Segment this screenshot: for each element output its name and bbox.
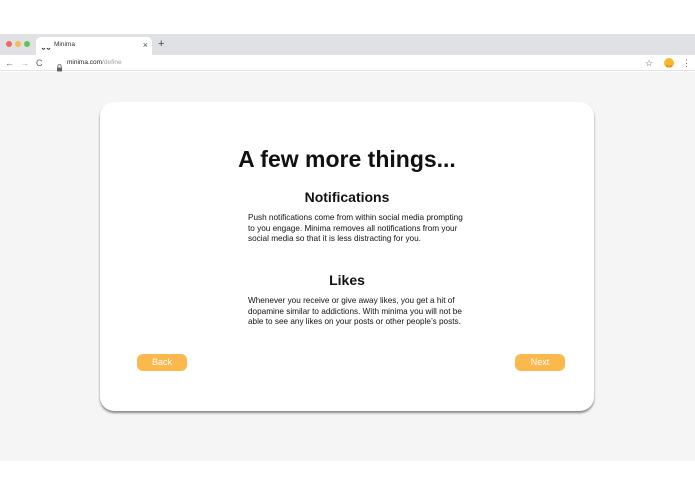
extension-avatar-icon[interactable] — [664, 58, 674, 68]
window-minimize-icon[interactable] — [15, 41, 21, 47]
tab-close-icon[interactable]: × — [143, 39, 148, 51]
back-button[interactable]: Back — [137, 354, 187, 371]
lock-icon — [56, 59, 63, 72]
window-close-icon[interactable] — [6, 41, 12, 47]
new-tab-icon[interactable]: + — [158, 37, 164, 51]
screenshot-bottom-margin — [0, 461, 695, 494]
reload-icon[interactable]: C — [36, 56, 43, 70]
browser-toolbar: ← → C minima.com/define ☆ ⋮ — [0, 55, 695, 72]
page-title: A few more things... — [238, 146, 456, 172]
onboarding-card: A few more things... Notifications Push … — [100, 102, 594, 411]
window-zoom-icon[interactable] — [24, 41, 30, 47]
address-bar[interactable]: minima.com/define — [52, 57, 630, 72]
next-button[interactable]: Next — [515, 354, 565, 371]
url-text: minima.com/define — [67, 58, 122, 68]
back-arrow-icon[interactable]: ← — [5, 56, 14, 70]
tab-title: Minima — [54, 41, 75, 48]
url-host: minima.com — [67, 59, 103, 66]
screenshot-top-margin — [0, 0, 695, 34]
star-icon[interactable]: ☆ — [645, 56, 653, 70]
page-viewport: A few more things... Notifications Push … — [0, 72, 695, 461]
notifications-heading: Notifications — [304, 189, 390, 205]
url-path: /define — [102, 59, 122, 66]
likes-heading: Likes — [329, 272, 365, 288]
browser-tab-strip: Minima × + — [0, 34, 695, 55]
forward-arrow-icon[interactable]: → — [20, 56, 29, 70]
browser-tab-minima[interactable]: Minima × — [36, 37, 152, 55]
notifications-description: Push notifications come from within soci… — [248, 213, 463, 244]
likes-description: Whenever you receive or give away likes,… — [248, 296, 462, 327]
minima-favicon-icon — [41, 41, 51, 51]
menu-icon[interactable]: ⋮ — [682, 56, 691, 70]
